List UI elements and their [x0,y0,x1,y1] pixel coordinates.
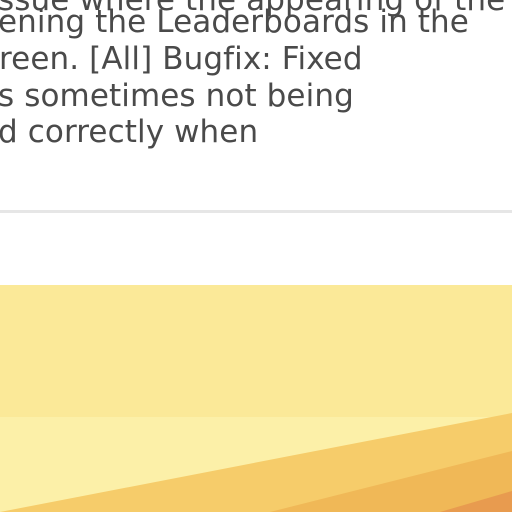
changelog-text-block: ssue where the appearing of the ening th… [0,0,512,212]
page: ssue where the appearing of the ening th… [0,0,512,512]
decorative-banner [0,285,512,512]
banner-artwork [0,285,512,512]
changelog-line: d correctly when [0,114,259,150]
changelog-line: ening the Leaderboards in the [0,4,469,40]
changelog-line: s sometimes not being [0,78,354,114]
content-spacer [0,213,512,285]
banner-top-band [0,285,512,417]
changelog-line: reen. [All] Bugfix: Fixed [0,41,363,77]
